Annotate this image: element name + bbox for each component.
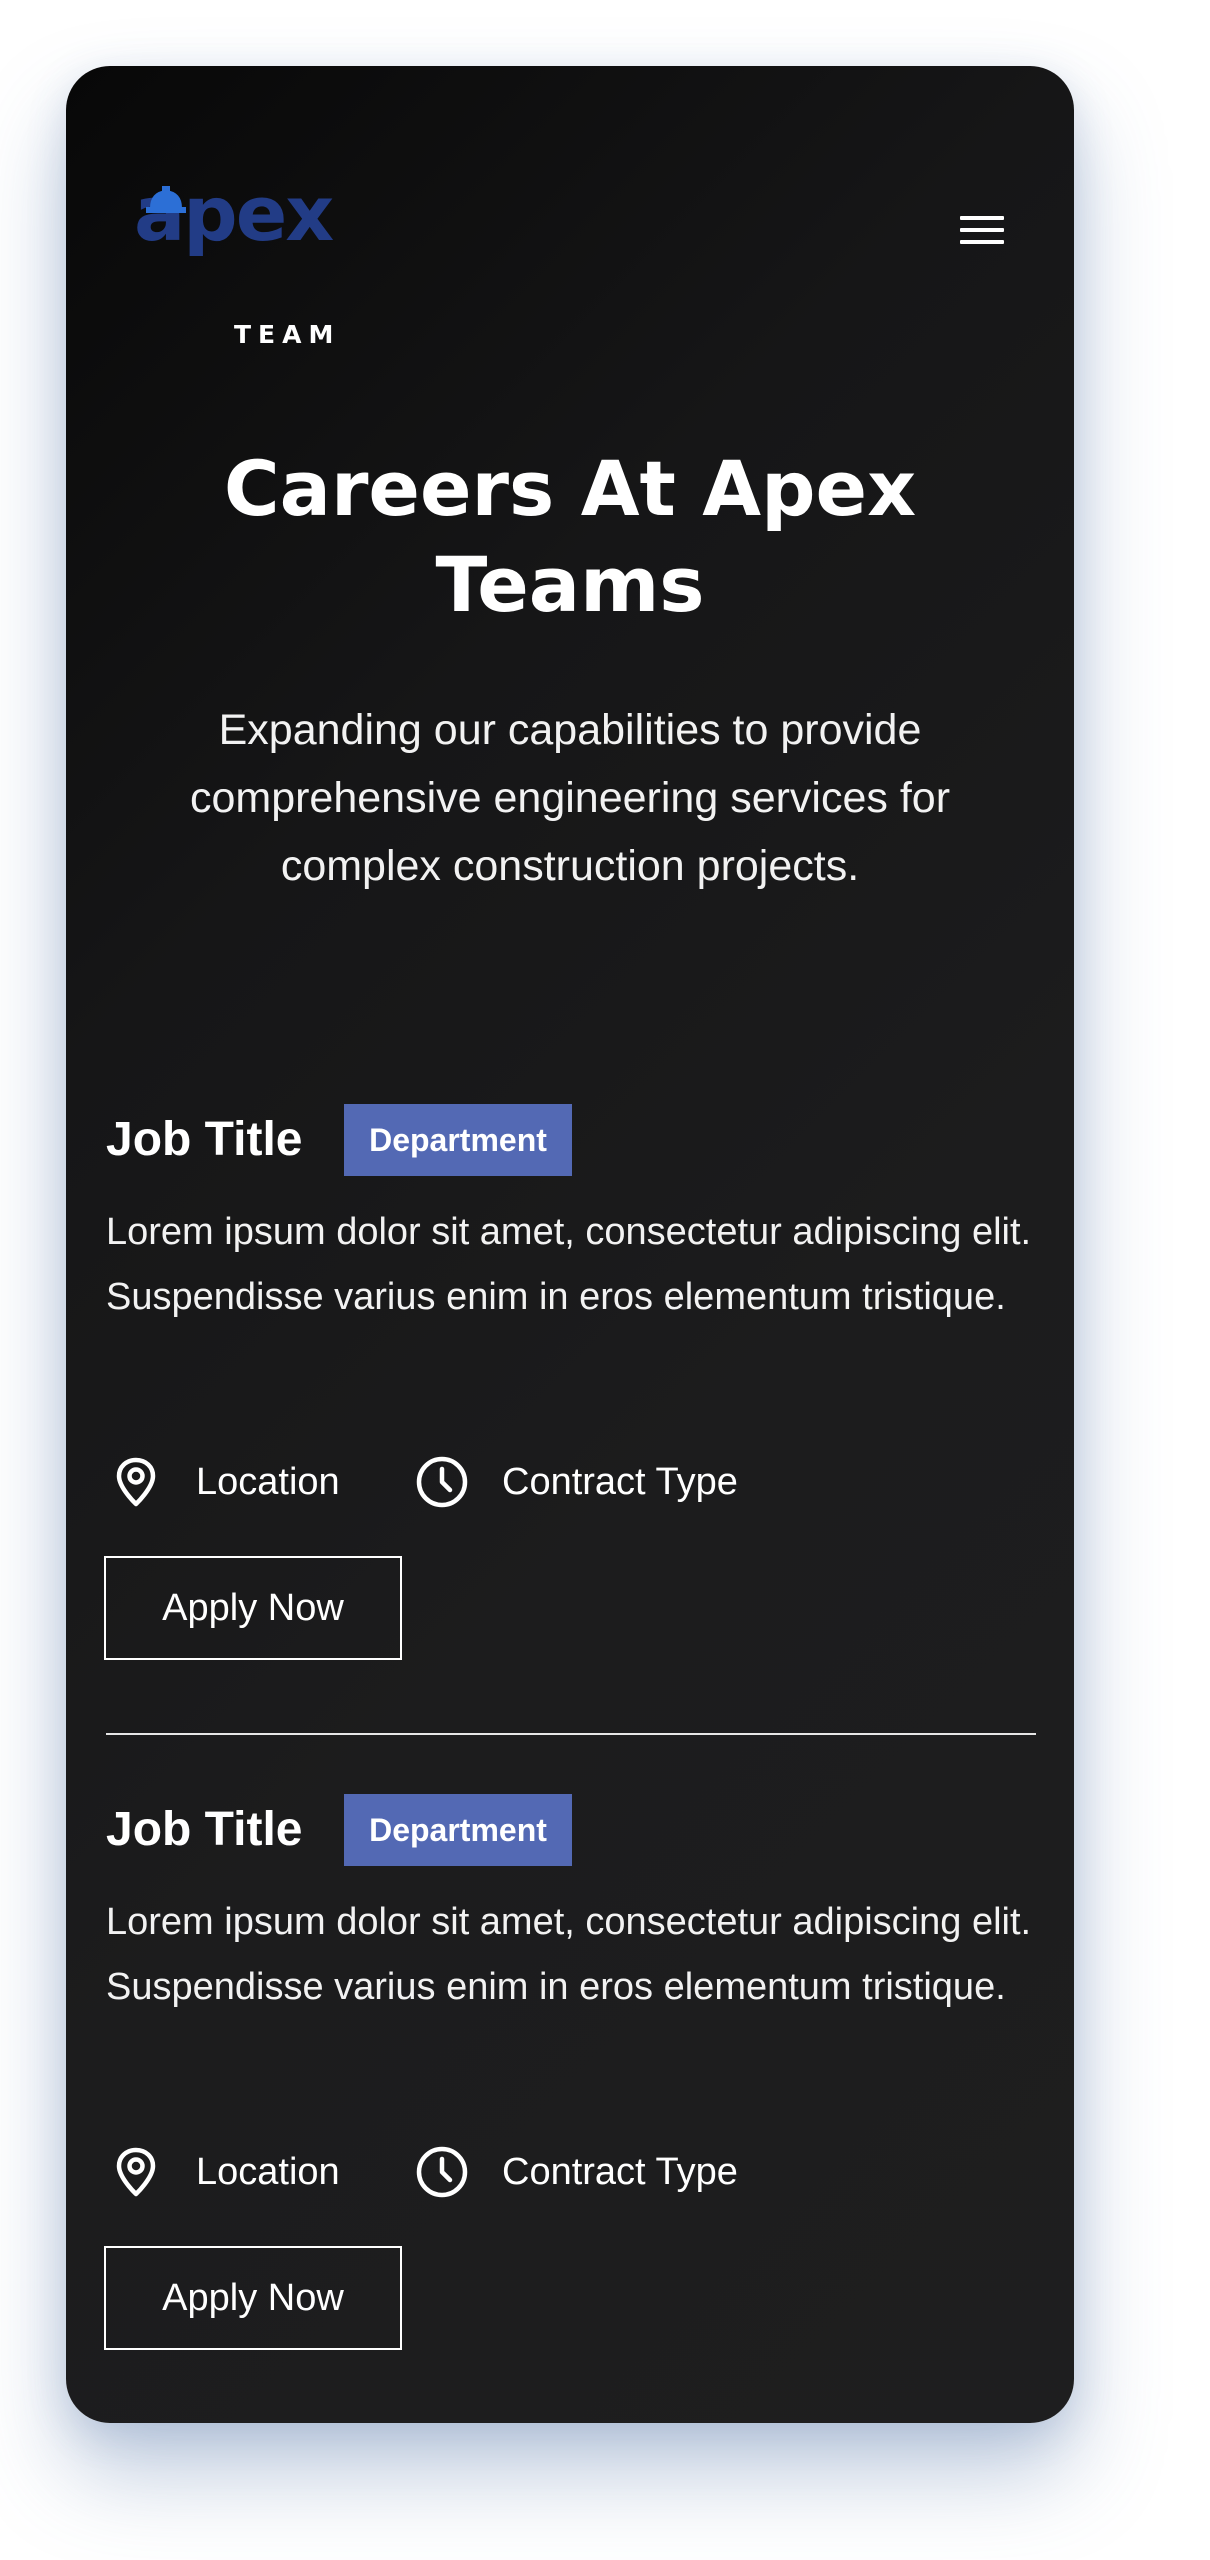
location-pin-icon (116, 2147, 156, 2197)
hamburger-menu-icon[interactable] (956, 210, 1012, 250)
apply-now-button[interactable]: Apply Now (104, 2246, 402, 2350)
job-divider (106, 1733, 1036, 1735)
department-badge: Department (344, 1794, 572, 1866)
job-title: Job Title (106, 1803, 303, 1856)
job-title: Job Title (106, 1113, 303, 1166)
page-subtitle: Expanding our capabilities to provide co… (189, 706, 951, 890)
site-header: apex TEAM (66, 66, 1074, 350)
job-description: Lorem ipsum dolor sit amet, consectetur … (106, 1901, 1032, 2008)
job-contract-type: Contract Type (412, 2142, 738, 2202)
job-meta: Location Contract Type (106, 2142, 1036, 2202)
location-label: Location (196, 1460, 340, 1503)
job-location: Location (106, 1452, 340, 1512)
page-title: Careers At Apex Teams (223, 444, 917, 629)
contract-type-label: Contract Type (502, 1460, 738, 1503)
job-contract-type: Contract Type (412, 1452, 738, 1512)
location-pin-icon (116, 1457, 156, 1507)
clock-icon (416, 2146, 468, 2198)
clock-icon (416, 1456, 468, 1508)
job-description: Lorem ipsum dolor sit amet, consectetur … (106, 1211, 1032, 1318)
mobile-careers-page: apex TEAM Careers At Apex Teams Expandin… (66, 66, 1074, 2423)
apex-team-logo[interactable]: apex TEAM (134, 176, 364, 350)
hardhat-icon (146, 186, 186, 213)
department-badge: Department (344, 1104, 572, 1176)
contract-type-label: Contract Type (502, 2150, 738, 2193)
location-label: Location (196, 2150, 340, 2193)
job-location: Location (106, 2142, 340, 2202)
job-meta: Location Contract Type (106, 1452, 1036, 1512)
apply-now-button[interactable]: Apply Now (104, 1556, 402, 1660)
logo-subtitle: TEAM (234, 320, 341, 349)
